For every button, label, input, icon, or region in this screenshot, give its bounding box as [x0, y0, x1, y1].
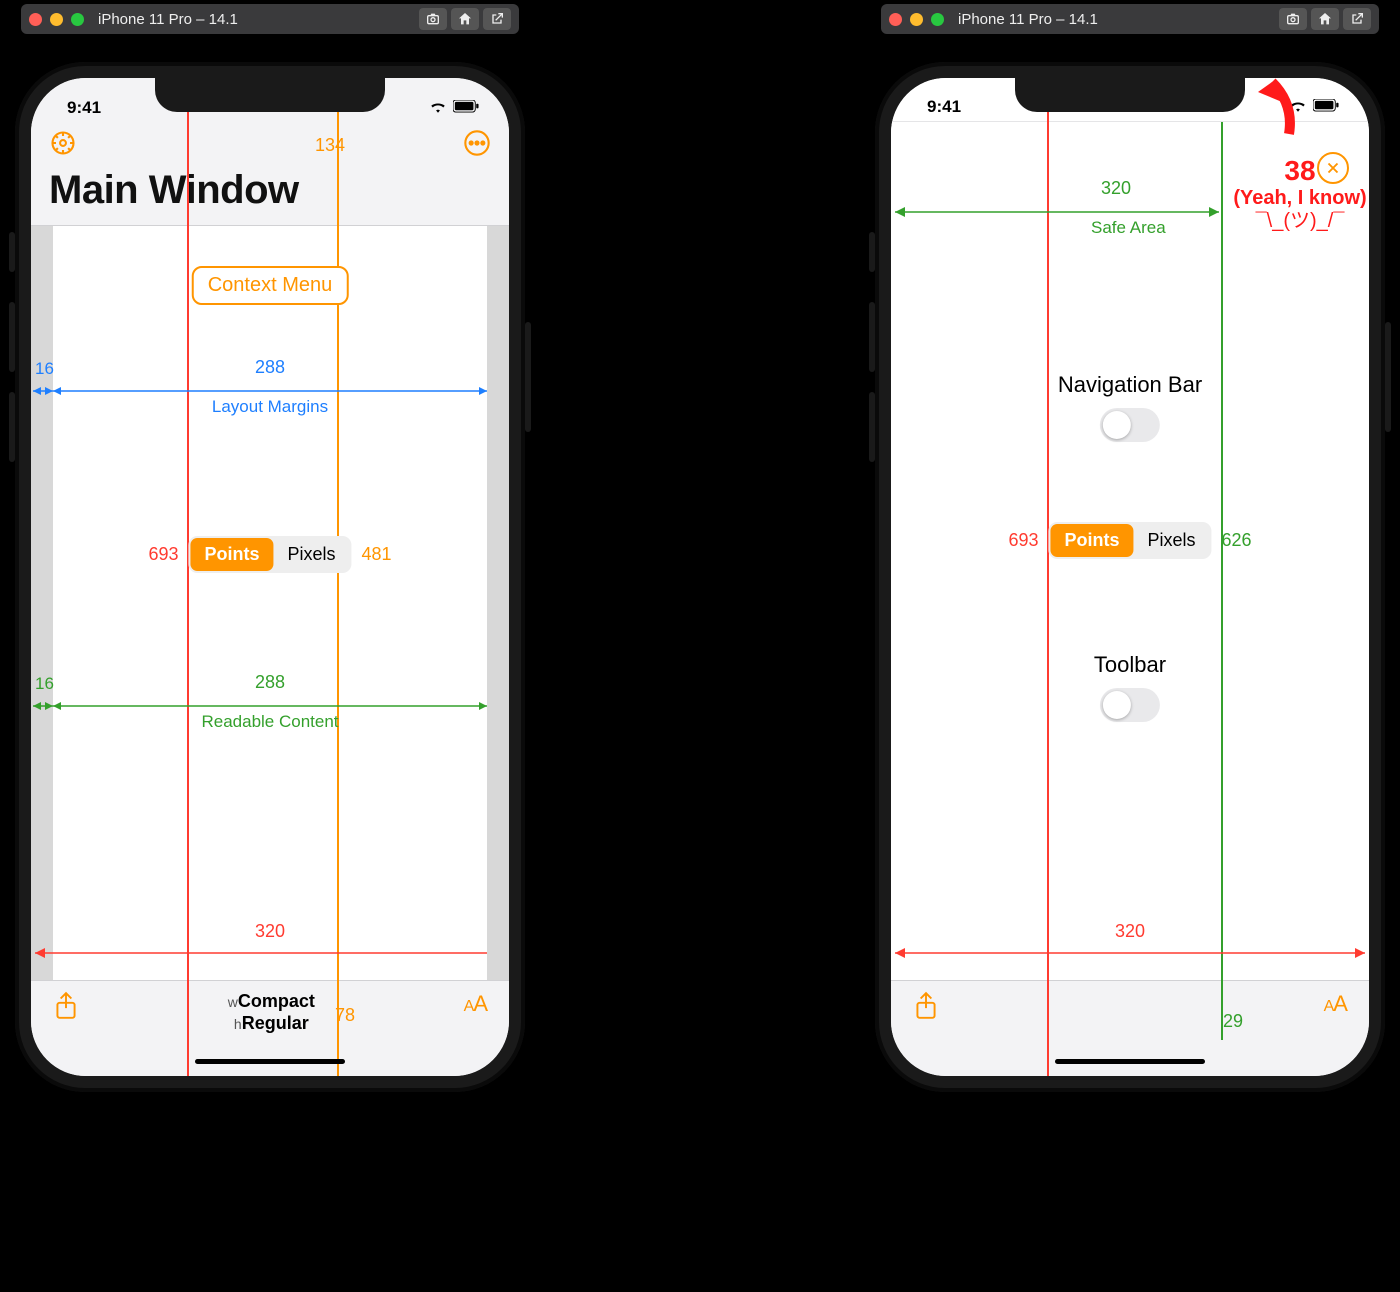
layout-margins-width: 288	[255, 357, 285, 378]
green-guide	[1221, 122, 1223, 1040]
readable-left-value: 16	[35, 674, 54, 694]
simulator-title: iPhone 11 Pro – 14.1	[952, 11, 1271, 28]
home-indicator[interactable]	[1055, 1059, 1205, 1064]
zoom-window-button[interactable]	[71, 13, 84, 26]
readable-right-value: 16	[486, 674, 505, 694]
units-segment[interactable]: Points Pixels	[1048, 522, 1211, 559]
margin-right-value: 16	[486, 359, 505, 379]
battery-icon	[1313, 97, 1339, 117]
toolbar-toggle[interactable]	[1100, 688, 1160, 722]
annotation-value: 38	[1220, 155, 1380, 187]
more-icon[interactable]	[463, 129, 491, 162]
status-time: 9:41	[67, 98, 101, 118]
toolbar-toggle-label: Toolbar	[1094, 652, 1166, 678]
text-size-icon[interactable]: AA	[1324, 991, 1347, 1017]
screenshot-button[interactable]	[419, 8, 447, 30]
status-time: 9:41	[927, 97, 961, 117]
full-width-value: 320	[1115, 921, 1145, 942]
wifi-icon	[429, 98, 447, 118]
bottom-inset-value: 29	[1223, 1011, 1243, 1032]
notch	[155, 78, 385, 112]
toolbar-height-value: 78	[335, 1005, 355, 1026]
content-area: 320 Safe Area Navigation Bar 693 Points …	[891, 122, 1369, 980]
share-button[interactable]	[1343, 8, 1371, 30]
segment-pixels[interactable]: Pixels	[1134, 524, 1210, 557]
safe-area-width: 320	[1101, 178, 1131, 199]
home-button[interactable]	[1311, 8, 1339, 30]
segment-points[interactable]: Points	[190, 538, 273, 571]
device-frame: 9:41 134	[15, 62, 525, 1092]
annotation-shrug: ¯\_(ツ)_/¯	[1220, 210, 1380, 233]
size-class: wCompact hRegular	[228, 991, 315, 1034]
simulator-titlebar: iPhone 11 Pro – 14.1	[881, 4, 1379, 34]
screenshot-button[interactable]	[1279, 8, 1307, 30]
share-button[interactable]	[483, 8, 511, 30]
nav-height-value: 134	[315, 135, 345, 156]
w-prefix: w	[228, 994, 238, 1010]
margin-left-value: 16	[35, 359, 54, 379]
red-height-value: 693	[148, 544, 178, 565]
minimize-window-button[interactable]	[910, 13, 923, 26]
segment-pixels[interactable]: Pixels	[274, 538, 350, 571]
readable-width: 288	[255, 672, 285, 693]
layout-margins-label: Layout Margins	[212, 397, 328, 417]
readable-label: Readable Content	[201, 712, 338, 732]
h-class: Regular	[242, 1013, 309, 1033]
full-width-arrow	[891, 943, 1369, 963]
green-height-value: 626	[1222, 530, 1252, 551]
page-title: Main Window	[49, 168, 491, 213]
segment-points[interactable]: Points	[1050, 524, 1133, 557]
share-icon[interactable]	[913, 991, 939, 1026]
red-height-value: 693	[1008, 530, 1038, 551]
units-segment[interactable]: Points Pixels	[188, 536, 351, 573]
close-window-button[interactable]	[889, 13, 902, 26]
safe-area-label: Safe Area	[1091, 218, 1166, 238]
share-icon[interactable]	[53, 991, 79, 1026]
home-button[interactable]	[451, 8, 479, 30]
annotation-arrow	[1254, 74, 1314, 144]
red-guide	[1047, 78, 1049, 1076]
minimize-window-button[interactable]	[50, 13, 63, 26]
notch	[1015, 78, 1245, 112]
full-width-value: 320	[255, 921, 285, 942]
annotation-note: (Yeah, I know)	[1220, 187, 1380, 210]
content-area: Context Menu 16 16 288 Layout Ma	[31, 226, 509, 980]
battery-icon	[453, 98, 479, 118]
navigation-bar: 134 Main Window	[31, 122, 509, 226]
navbar-toggle[interactable]	[1100, 408, 1160, 442]
navbar-toggle-label: Navigation Bar	[1058, 372, 1202, 398]
orange-height-value: 481	[362, 544, 392, 565]
context-menu-button[interactable]: Context Menu	[192, 266, 349, 305]
simulator-titlebar: iPhone 11 Pro – 14.1	[21, 4, 519, 34]
text-size-icon[interactable]: AA	[464, 991, 487, 1017]
h-prefix: h	[234, 1016, 242, 1032]
close-window-button[interactable]	[29, 13, 42, 26]
full-width-arrow	[31, 943, 509, 963]
simulator-title: iPhone 11 Pro – 14.1	[92, 11, 411, 28]
gear-icon[interactable]	[49, 129, 77, 162]
orange-guide	[337, 78, 339, 1076]
home-indicator[interactable]	[195, 1059, 345, 1064]
zoom-window-button[interactable]	[931, 13, 944, 26]
w-class: Compact	[238, 991, 315, 1011]
red-guide	[187, 78, 189, 1076]
